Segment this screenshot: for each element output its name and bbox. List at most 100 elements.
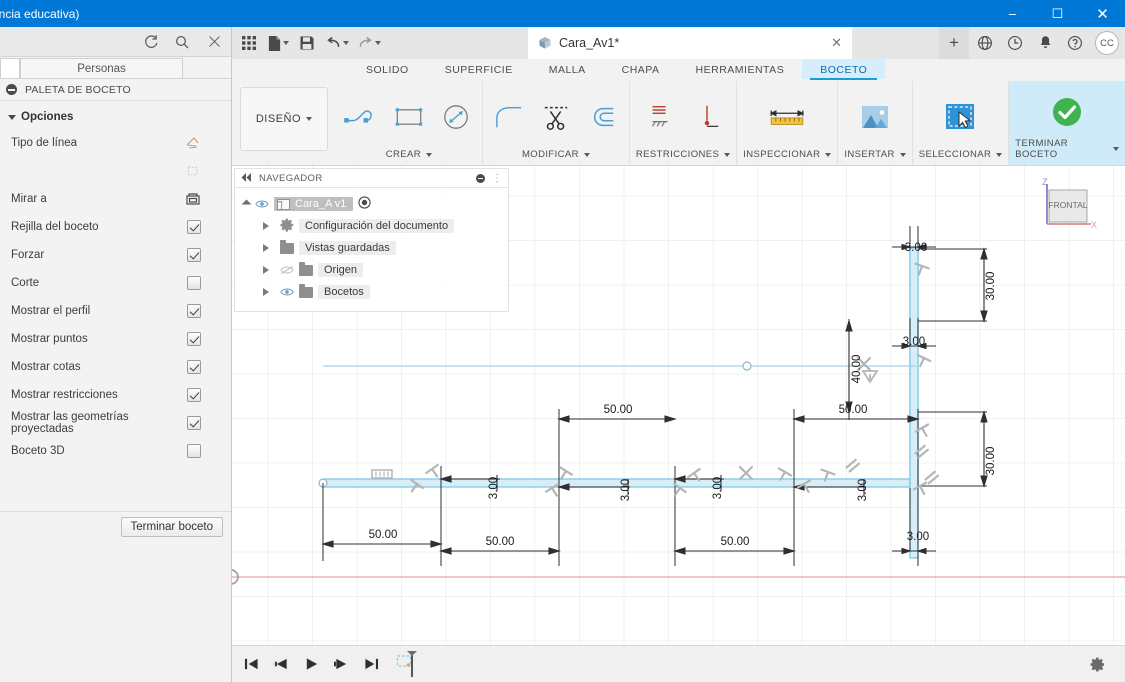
- finish-sketch-check-icon[interactable]: [1047, 90, 1087, 134]
- avatar[interactable]: CC: [1095, 31, 1119, 55]
- ribbon-tab-superficie[interactable]: SUPERFICIE: [427, 59, 531, 79]
- globe-icon[interactable]: [971, 27, 999, 59]
- look-at-icon[interactable]: [185, 191, 201, 207]
- navigator-item-origen[interactable]: Origen: [235, 259, 508, 281]
- checkbox-mostrar-geometrias-proyectadas[interactable]: [187, 416, 201, 430]
- expand-triangle-icon[interactable]: [263, 222, 269, 230]
- app-grid-icon[interactable]: [236, 29, 262, 57]
- ribbon-tab-herramientas[interactable]: HERRAMIENTAS: [678, 59, 803, 79]
- navigator-item-vistas-guardadas[interactable]: Vistas guardadas: [235, 237, 508, 259]
- eye-off-icon[interactable]: [280, 265, 294, 276]
- line-tool-icon[interactable]: [342, 95, 382, 139]
- navigator-collapse-icon[interactable]: [476, 173, 485, 183]
- option-row-tipo-de-linea[interactable]: Tipo de línea: [0, 129, 231, 157]
- tab-personas[interactable]: Personas: [20, 58, 183, 78]
- help-icon[interactable]: [1061, 27, 1089, 59]
- eye-icon[interactable]: [280, 287, 294, 298]
- checkbox-rejilla-del-boceto[interactable]: [187, 220, 201, 234]
- rectangle-tool-icon[interactable]: [389, 95, 429, 139]
- option-row-boceto-3d[interactable]: Boceto 3D: [0, 437, 231, 465]
- checkbox-mostrar-el-perfil[interactable]: [187, 304, 201, 318]
- new-tab-button[interactable]: +: [939, 27, 969, 59]
- sketch-canvas[interactable]: 50.00 50.00 50.00 50.00 50.00 3.00 3.00 …: [232, 166, 1125, 682]
- fillet-tool-icon[interactable]: [489, 95, 529, 139]
- offset-tool-icon[interactable]: [583, 95, 623, 139]
- expand-triangle-icon[interactable]: [241, 199, 252, 209]
- ribbon-tab-chapa[interactable]: CHAPA: [604, 59, 678, 79]
- checkbox-mostrar-restricciones[interactable]: [187, 388, 201, 402]
- circle-tool-icon[interactable]: [436, 95, 476, 139]
- navigator-item-configuracion[interactable]: Configuración del documento: [235, 215, 508, 237]
- close-button[interactable]: ✕: [1080, 0, 1125, 27]
- view-cube[interactable]: FRONTAL Z X: [1033, 177, 1103, 240]
- ribbon-panel-restricciones-label[interactable]: RESTRICCIONES: [636, 149, 731, 162]
- trim-scissors-icon[interactable]: [536, 95, 576, 139]
- terminar-boceto-button[interactable]: Terminar boceto: [120, 516, 223, 537]
- option-row-forzar[interactable]: Forzar: [0, 241, 231, 269]
- ribbon-panel-modificar-label[interactable]: MODIFICAR: [522, 149, 590, 162]
- step-forward-icon[interactable]: [327, 650, 355, 678]
- notifications-icon[interactable]: [1031, 27, 1059, 59]
- option-row-mostrar-el-perfil[interactable]: Mostrar el perfil: [0, 297, 231, 325]
- ribbon-tab-boceto[interactable]: BOCETO: [802, 59, 886, 80]
- option-row-mirar-a[interactable]: Mirar a: [0, 185, 231, 213]
- option-row-corte[interactable]: Corte: [0, 269, 231, 297]
- option-row-mostrar-restricciones[interactable]: Mostrar restricciones: [0, 381, 231, 409]
- navigator-root-row[interactable]: Cara_A v1: [235, 193, 508, 215]
- ribbon-tab-malla[interactable]: MALLA: [531, 59, 604, 79]
- expand-triangle-icon[interactable]: [263, 244, 269, 252]
- ribbon-panel-crear-label[interactable]: CREAR: [386, 149, 433, 162]
- collapse-left-icon[interactable]: [241, 169, 252, 187]
- activate-component-icon[interactable]: [358, 196, 372, 212]
- option-row-mostrar-cotas[interactable]: Mostrar cotas: [0, 353, 231, 381]
- ribbon-tab-solido[interactable]: SOLIDO: [348, 59, 427, 79]
- expand-triangle-icon[interactable]: [263, 288, 269, 296]
- insert-image-icon[interactable]: [855, 95, 895, 139]
- fix-constraint-icon[interactable]: [640, 95, 680, 139]
- line-type-icon[interactable]: [185, 135, 201, 151]
- checkbox-forzar[interactable]: [187, 248, 201, 262]
- close-icon[interactable]: [205, 33, 223, 51]
- undo-icon[interactable]: [322, 29, 352, 57]
- navigator-item-bocetos[interactable]: Bocetos: [235, 281, 508, 303]
- ribbon-panel-inspeccionar-label[interactable]: INSPECCIONAR: [743, 149, 832, 162]
- checkbox-mostrar-puntos[interactable]: [187, 332, 201, 346]
- skip-first-icon[interactable]: [237, 650, 265, 678]
- tab-stub[interactable]: [0, 58, 20, 78]
- minimize-button[interactable]: –: [990, 0, 1035, 27]
- expand-triangle-icon[interactable]: [263, 266, 269, 274]
- job-status-icon[interactable]: [1001, 27, 1029, 59]
- option-row-construction[interactable]: [0, 157, 231, 185]
- coincident-constraint-icon[interactable]: [687, 95, 727, 139]
- option-row-mostrar-puntos[interactable]: Mostrar puntos: [0, 325, 231, 353]
- ribbon-panel-seleccionar-label[interactable]: SELECCIONAR: [919, 149, 1003, 162]
- ribbon-panel-insertar-label[interactable]: INSERTAR: [844, 149, 906, 162]
- option-row-mostrar-geometrias-proyectadas[interactable]: Mostrar las geometrías proyectadas: [0, 409, 231, 437]
- search-icon[interactable]: [173, 33, 191, 51]
- step-back-icon[interactable]: [267, 650, 295, 678]
- sketch-feature-icon[interactable]: [395, 650, 423, 678]
- save-icon[interactable]: [294, 29, 320, 57]
- options-section-header[interactable]: Opciones: [0, 101, 231, 129]
- checkbox-mostrar-cotas[interactable]: [187, 360, 201, 374]
- select-tool-icon[interactable]: [940, 95, 980, 139]
- construction-geometry-icon[interactable]: [185, 163, 201, 179]
- refresh-icon[interactable]: [141, 33, 159, 51]
- ribbon-panel-terminar-boceto[interactable]: TERMINAR BOCETO: [1009, 81, 1125, 165]
- navigator-root-label-wrap[interactable]: Cara_A v1: [274, 197, 354, 211]
- checkbox-corte[interactable]: [187, 276, 201, 290]
- ribbon-panel-terminar-label[interactable]: TERMINAR BOCETO: [1015, 138, 1119, 162]
- timeline-settings-gear-icon[interactable]: [1083, 650, 1111, 678]
- maximize-button[interactable]: ☐: [1035, 0, 1080, 27]
- collapse-icon[interactable]: [6, 84, 17, 95]
- document-tab-close-icon[interactable]: ✕: [831, 35, 842, 51]
- new-document-icon[interactable]: [264, 29, 292, 57]
- document-tab[interactable]: Cara_Av1* ✕: [528, 27, 852, 59]
- checkbox-boceto-3d[interactable]: [187, 444, 201, 458]
- measure-tool-icon[interactable]: [763, 95, 811, 139]
- play-icon[interactable]: [297, 650, 325, 678]
- workspace-selector[interactable]: DISEÑO: [240, 87, 328, 151]
- redo-icon[interactable]: [354, 29, 384, 57]
- navigator-resize-handle[interactable]: ⋮: [492, 173, 502, 184]
- skip-last-icon[interactable]: [357, 650, 385, 678]
